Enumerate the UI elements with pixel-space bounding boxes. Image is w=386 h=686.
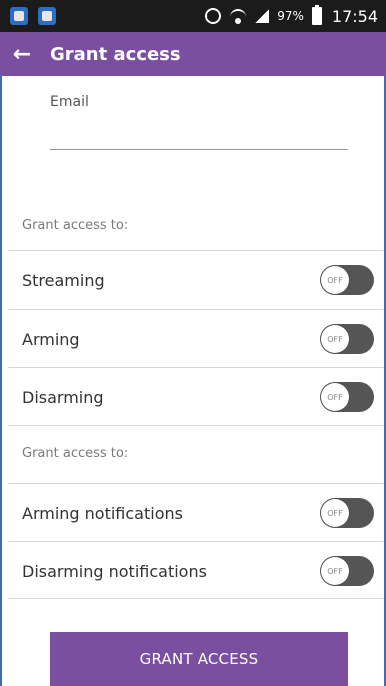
arming-notifications-toggle[interactable]: OFF	[320, 498, 374, 528]
app-bar: ← Grant access	[0, 32, 386, 76]
disarming-notifications-toggle[interactable]: OFF	[320, 556, 374, 586]
toggle-knob: OFF	[321, 325, 349, 353]
divider	[8, 425, 384, 426]
battery-percent: 97%	[277, 9, 304, 23]
toggle-row-streaming: Streaming OFF	[0, 251, 386, 309]
email-input[interactable]	[50, 116, 348, 150]
disarming-toggle[interactable]: OFF	[320, 382, 374, 412]
app-notification-icon	[38, 7, 56, 25]
divider	[8, 598, 384, 599]
screen: 97% 17:54 ← Grant access Email Grant acc…	[0, 0, 386, 686]
streaming-toggle[interactable]: OFF	[320, 265, 374, 295]
toggle-label: Arming	[22, 329, 80, 349]
toggle-label: Disarming notifications	[22, 561, 207, 581]
signal-icon	[255, 9, 270, 23]
email-label: Email	[50, 94, 89, 110]
toggle-row-disarming-notifications: Disarming notifications OFF	[0, 542, 386, 600]
grant-access-button[interactable]: GRANT ACCESS	[50, 632, 348, 686]
app-notification-icon	[10, 7, 28, 25]
clock: 17:54	[331, 6, 378, 26]
toggle-label: Arming notifications	[22, 503, 183, 523]
toggle-label: Streaming	[22, 270, 105, 290]
toggle-knob: OFF	[321, 383, 349, 411]
wifi-icon	[229, 8, 247, 24]
toggle-row-arming: Arming OFF	[0, 310, 386, 368]
status-icons: 97% 17:54	[205, 0, 378, 32]
toggle-knob: OFF	[321, 557, 349, 585]
arming-toggle[interactable]: OFF	[320, 324, 374, 354]
section-heading: Grant access to:	[22, 446, 129, 461]
section-heading: Grant access to:	[22, 218, 129, 233]
status-bar: 97% 17:54	[0, 0, 386, 32]
battery-icon	[311, 5, 322, 25]
page-title: Grant access	[50, 43, 181, 65]
toggle-row-arming-notifications: Arming notifications OFF	[0, 484, 386, 542]
alarm-icon	[205, 8, 222, 24]
toggle-row-disarming: Disarming OFF	[0, 368, 386, 426]
toggle-knob: OFF	[321, 499, 349, 527]
toggle-label: Disarming	[22, 387, 104, 407]
toggle-knob: OFF	[321, 266, 349, 294]
back-arrow-icon[interactable]: ←	[0, 32, 44, 76]
